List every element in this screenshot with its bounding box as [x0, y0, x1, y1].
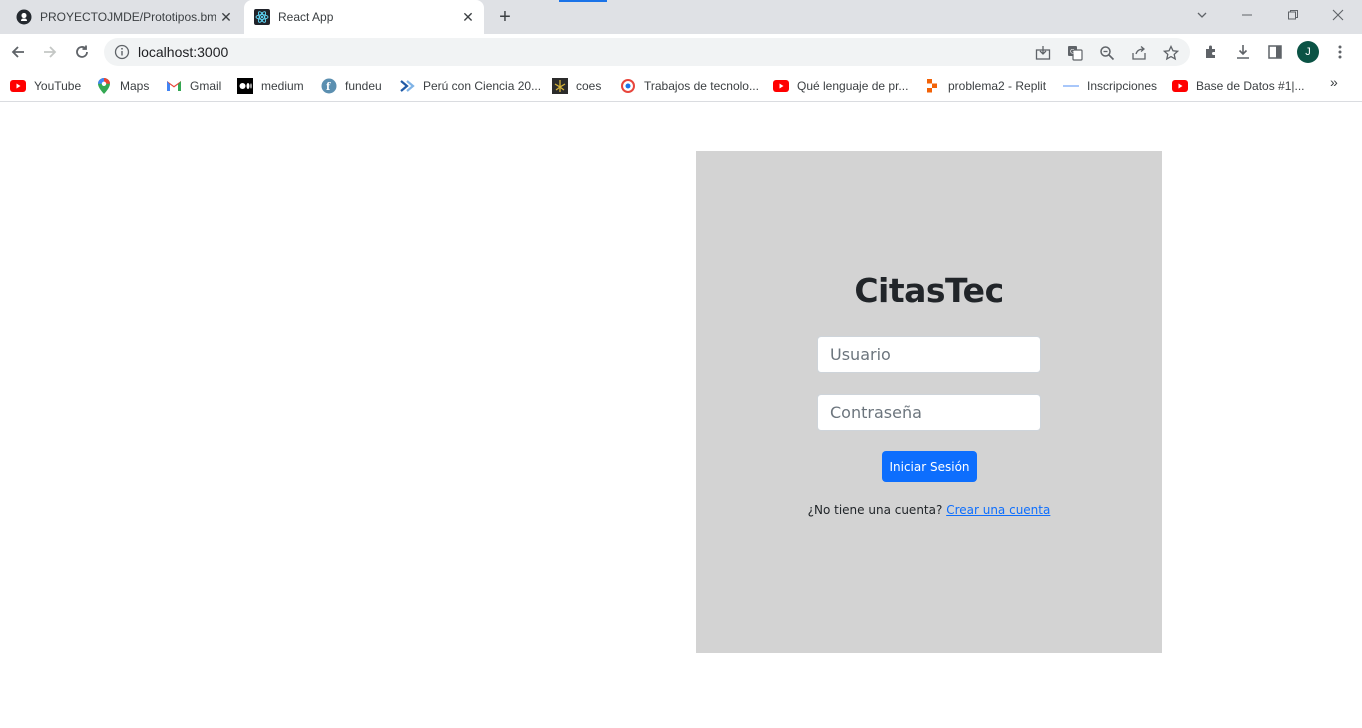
- replit-icon: [924, 78, 940, 94]
- signup-prompt-line: ¿No tiene una cuenta? Crear una cuenta: [696, 503, 1162, 517]
- bookmark-que-lenguaje[interactable]: Qué lenguaje de pr...: [773, 76, 908, 96]
- tab-strip: PROYECTOJMDE/Prototipos.bmp ✕ React App …: [0, 0, 1362, 34]
- back-button[interactable]: [6, 40, 30, 64]
- bookmark-label: Maps: [120, 79, 150, 93]
- login-button[interactable]: Iniciar Sesión: [882, 451, 977, 482]
- bookmark-label: medium: [261, 79, 304, 93]
- bookmark-star-icon[interactable]: [1162, 44, 1180, 62]
- bookmark-label: Inscripciones: [1087, 79, 1158, 93]
- page-content: CitasTec Iniciar Sesión ¿No tiene una cu…: [0, 103, 1362, 728]
- medium-icon: [237, 78, 253, 94]
- bookmark-base-datos[interactable]: Base de Datos #1|...: [1172, 76, 1305, 96]
- new-tab-button[interactable]: +: [494, 7, 516, 27]
- profile-avatar[interactable]: J: [1297, 41, 1319, 63]
- github-icon: [16, 9, 32, 25]
- bookmark-replit[interactable]: problema2 - Replit: [924, 76, 1046, 96]
- url-text: localhost:3000: [138, 44, 229, 60]
- restore-button[interactable]: [1271, 0, 1315, 30]
- signup-prompt-text: ¿No tiene una cuenta?: [807, 503, 943, 517]
- translate-icon[interactable]: G: [1066, 44, 1084, 62]
- browser-toolbar: localhost:3000 G J: [0, 34, 1362, 70]
- username-input[interactable]: [817, 336, 1041, 373]
- extensions-icon[interactable]: [1201, 42, 1221, 62]
- close-icon[interactable]: ✕: [460, 9, 476, 25]
- react-icon: [254, 9, 270, 25]
- address-bar[interactable]: localhost:3000 G: [104, 38, 1190, 66]
- bookmark-label: Qué lenguaje de pr...: [797, 79, 909, 93]
- fundeu-icon: f: [321, 78, 337, 94]
- tab-title: PROYECTOJMDE/Prototipos.bmp: [40, 10, 216, 24]
- bookmark-label: problema2 - Replit: [948, 79, 1047, 93]
- inscripciones-icon: [1063, 78, 1079, 94]
- youtube-icon: [773, 78, 789, 94]
- bookmark-fundeu[interactable]: f fundeu: [321, 76, 382, 96]
- share-icon[interactable]: [1130, 44, 1148, 62]
- back-arrow-icon: [11, 46, 24, 58]
- gmail-icon: [166, 78, 182, 94]
- reload-icon: [76, 45, 88, 58]
- youtube-icon: [10, 78, 26, 94]
- tab-react-app[interactable]: React App ✕: [244, 0, 484, 34]
- downloads-icon[interactable]: [1233, 42, 1253, 62]
- trabajos-icon: [620, 78, 636, 94]
- reload-button[interactable]: [70, 40, 94, 64]
- install-app-icon[interactable]: [1034, 44, 1052, 62]
- create-account-link[interactable]: Crear una cuenta: [946, 503, 1050, 517]
- bookmark-label: Base de Datos #1|...: [1196, 79, 1305, 93]
- bookmark-gmail[interactable]: Gmail: [166, 76, 221, 96]
- menu-kebab-icon[interactable]: [1330, 42, 1350, 62]
- login-panel: CitasTec Iniciar Sesión ¿No tiene una cu…: [696, 151, 1162, 653]
- bookmark-label: fundeu: [345, 79, 382, 93]
- site-info-icon[interactable]: [114, 44, 130, 60]
- bookmark-label: Trabajos de tecnolo...: [644, 79, 759, 93]
- svg-text:G: G: [1070, 49, 1075, 56]
- tab-title: React App: [278, 10, 334, 24]
- more-bookmarks-icon[interactable]: »: [1330, 74, 1338, 90]
- zoom-icon[interactable]: [1098, 44, 1116, 62]
- youtube-icon: [1172, 78, 1188, 94]
- tab-loading-indicator: [559, 0, 607, 2]
- bookmark-label: Gmail: [190, 79, 222, 93]
- bookmark-trabajos[interactable]: Trabajos de tecnolo...: [620, 76, 759, 96]
- forward-button[interactable]: [38, 40, 62, 64]
- bookmark-label: Perú con Ciencia 20...: [423, 79, 542, 93]
- svg-text:f: f: [326, 82, 331, 93]
- peru-ciencia-icon: [399, 78, 415, 94]
- app-title: CitasTec: [854, 271, 1004, 310]
- bookmark-label: YouTube: [34, 79, 82, 93]
- bookmark-maps[interactable]: Maps: [96, 76, 149, 96]
- tab-search-icon[interactable]: [1180, 0, 1224, 30]
- close-window-button[interactable]: [1316, 0, 1360, 30]
- close-icon[interactable]: ✕: [218, 9, 234, 25]
- bookmark-peru-ciencia[interactable]: Perú con Ciencia 20...: [399, 76, 541, 96]
- side-panel-icon[interactable]: [1265, 42, 1285, 62]
- bookmark-label: coes: [576, 79, 602, 93]
- maps-icon: [96, 78, 112, 94]
- bookmark-medium[interactable]: medium: [237, 76, 304, 96]
- minimize-button[interactable]: [1225, 0, 1269, 30]
- bookmark-inscripciones[interactable]: Inscripciones: [1063, 76, 1157, 96]
- forward-arrow-icon: [44, 46, 57, 58]
- bookmarks-bar: YouTube Maps Gmail medium f fundeu Perú …: [0, 70, 1362, 102]
- bookmark-coes[interactable]: coes: [552, 76, 601, 96]
- password-input[interactable]: [817, 394, 1041, 431]
- tab-prototipos[interactable]: PROYECTOJMDE/Prototipos.bmp ✕: [8, 0, 242, 34]
- bookmark-youtube[interactable]: YouTube: [10, 76, 81, 96]
- coes-icon: [552, 78, 568, 94]
